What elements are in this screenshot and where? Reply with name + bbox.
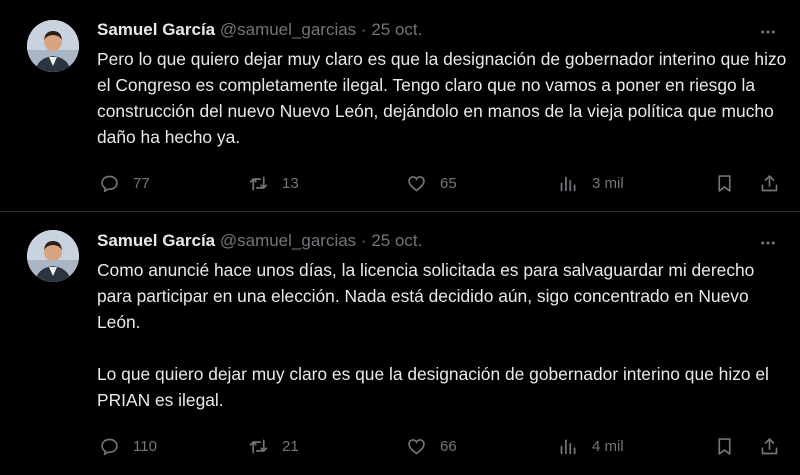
bookmark-button[interactable]: [713, 434, 735, 458]
avatar[interactable]: [27, 20, 79, 72]
author-name[interactable]: Samuel García: [97, 20, 215, 39]
like-button[interactable]: 65: [406, 171, 457, 195]
reply-count: 110: [133, 437, 157, 455]
more-icon[interactable]: [757, 232, 779, 254]
author-handle[interactable]: @samuel_garcias: [220, 231, 356, 250]
like-icon: [408, 438, 425, 455]
like-count: 66: [440, 437, 457, 455]
bookmark-button[interactable]: [713, 171, 735, 195]
share-icon: [761, 437, 777, 454]
share-button[interactable]: [758, 434, 780, 458]
tweet-text: Pero lo que quiero dejar muy claro es qu…: [97, 46, 787, 150]
views-icon: [560, 176, 576, 191]
tweet-date[interactable]: 25 oct.: [371, 231, 422, 250]
separator: ·: [360, 231, 367, 250]
avatar[interactable]: [27, 230, 79, 282]
like-icon: [408, 175, 425, 192]
retweet-icon: [249, 176, 268, 190]
views-button[interactable]: 4 mil: [558, 434, 624, 458]
tweet-date[interactable]: 25 oct.: [371, 20, 422, 39]
action-bar: 77 13 65 3 mil: [97, 171, 800, 195]
retweet-button[interactable]: 21: [248, 434, 299, 458]
retweet-count: 21: [282, 437, 299, 455]
retweet-button[interactable]: 13: [248, 171, 299, 195]
separator: ·: [360, 20, 367, 39]
views-count: 3 mil: [592, 174, 624, 192]
author-handle[interactable]: @samuel_garcias: [220, 20, 356, 39]
reply-button[interactable]: 77: [99, 171, 150, 195]
tweet-paragraph: Lo que quiero dejar muy claro es que la …: [97, 364, 769, 410]
tweet[interactable]: Samuel García @samuel_garcias · 25 oct. …: [0, 0, 800, 212]
bookmark-icon: [717, 174, 731, 192]
tweet-paragraph: Como anuncié hace unos días, la licencia…: [97, 260, 755, 332]
share-icon: [761, 174, 777, 191]
views-icon: [560, 439, 576, 454]
tweet-header: Samuel García @samuel_garcias · 25 oct.: [97, 20, 422, 40]
share-button[interactable]: [758, 171, 780, 195]
views-count: 4 mil: [592, 437, 624, 455]
reply-icon: [101, 175, 118, 193]
like-count: 65: [440, 174, 457, 192]
action-bar: 110 21 66 4 mil: [97, 434, 800, 458]
tweet-paragraph: Pero lo que quiero dejar muy claro es qu…: [97, 49, 787, 147]
reply-count: 77: [133, 174, 150, 192]
tweet-text: Como anuncié hace unos días, la licencia…: [97, 257, 787, 413]
tweet[interactable]: Samuel García @samuel_garcias · 25 oct. …: [0, 212, 800, 475]
retweet-icon: [249, 439, 268, 453]
tweet-header: Samuel García @samuel_garcias · 25 oct.: [97, 231, 422, 251]
reply-button[interactable]: 110: [99, 434, 157, 458]
more-icon[interactable]: [757, 21, 779, 43]
retweet-count: 13: [282, 174, 299, 192]
bookmark-icon: [717, 437, 731, 455]
reply-icon: [101, 438, 118, 456]
like-button[interactable]: 66: [406, 434, 457, 458]
views-button[interactable]: 3 mil: [558, 171, 624, 195]
author-name[interactable]: Samuel García: [97, 231, 215, 250]
